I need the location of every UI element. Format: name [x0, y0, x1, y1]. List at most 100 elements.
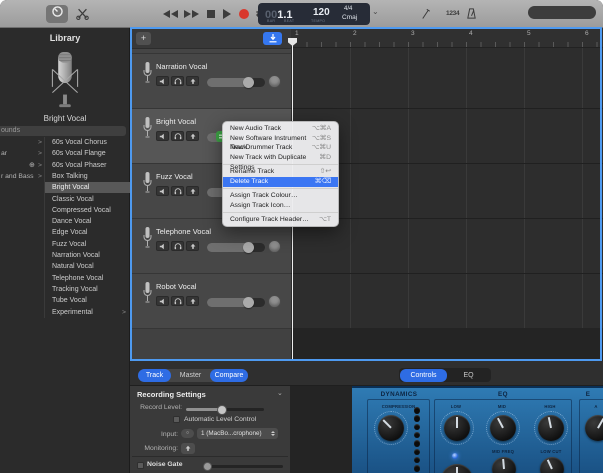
lcd-chevron-down-icon[interactable]: ⌄	[372, 7, 379, 16]
input-format-button[interactable]: ○	[181, 429, 194, 438]
catch-playhead-button[interactable]	[263, 32, 282, 45]
add-track-button[interactable]: +	[136, 32, 151, 45]
list-item[interactable]: Tube Vocal	[45, 295, 130, 306]
rewind-button[interactable]	[163, 10, 178, 18]
tab-compare[interactable]: Compare	[210, 369, 248, 382]
power-led[interactable]	[452, 453, 458, 459]
list-item[interactable]: 60s Vocal Phaser	[45, 160, 130, 171]
smart-controls-button[interactable]	[46, 5, 68, 23]
list-item[interactable]: Dance Vocal	[45, 216, 130, 227]
track-row[interactable]: Robot Vocal	[130, 273, 291, 328]
master-volume-slider[interactable]	[528, 6, 596, 19]
list-item[interactable]: Edge Vocal	[45, 227, 130, 238]
track-row[interactable]: Narration Vocal	[130, 53, 291, 108]
auto-level-checkbox[interactable]	[173, 416, 180, 423]
tab-track[interactable]: Track	[138, 369, 171, 382]
metronome-button[interactable]	[466, 7, 477, 25]
pan-knob[interactable]	[268, 75, 281, 88]
solo-button[interactable]	[171, 186, 184, 196]
menu-separator	[223, 188, 338, 189]
volume-thumb[interactable]	[243, 242, 254, 253]
input-monitoring-button[interactable]	[186, 186, 199, 196]
compression-knob[interactable]	[378, 415, 404, 441]
speaker-icon	[159, 78, 167, 85]
volume-thumb[interactable]	[243, 77, 254, 88]
mute-button[interactable]	[156, 186, 169, 196]
play-button[interactable]	[223, 9, 231, 19]
input-monitoring-button[interactable]	[186, 76, 199, 86]
tuner-button[interactable]	[420, 6, 431, 25]
library-search-input[interactable]: ounds	[0, 126, 126, 136]
record-button[interactable]	[239, 9, 249, 19]
list-item[interactable]: Telephone Vocal	[45, 273, 130, 284]
arrow-up-icon	[189, 298, 197, 305]
solo-button[interactable]	[171, 241, 184, 251]
auto-level-label: Automatic Level Control	[184, 416, 256, 423]
input-monitoring-button[interactable]	[186, 241, 199, 251]
library-category[interactable]: ar>	[0, 148, 44, 159]
pan-knob[interactable]	[268, 295, 281, 308]
bottom-tab-strip: Track Master Compare Controls EQ	[130, 361, 603, 386]
tab-eq[interactable]: EQ	[447, 369, 490, 382]
menu-item-new-drummer-track[interactable]: New Drummer Track⌥⌘U	[223, 143, 338, 153]
pan-knob[interactable]	[268, 240, 281, 253]
library-category[interactable]: ⊕>	[0, 160, 44, 171]
list-item[interactable]: 60s Vocal Chorus	[45, 137, 130, 148]
list-item[interactable]: Narration Vocal	[45, 250, 130, 261]
high-knob[interactable]	[538, 415, 564, 441]
mute-button[interactable]	[156, 76, 169, 86]
menu-item-new-audio-track[interactable]: New Audio Track⌥⌘A	[223, 124, 338, 134]
menu-item-new-track-duplicate-settings[interactable]: New Track with Duplicate Settings⌘D	[223, 153, 338, 163]
transport-controls: ⇄	[163, 6, 265, 22]
input-monitoring-button[interactable]	[186, 296, 199, 306]
collapse-chevron-icon[interactable]: ⌄	[277, 389, 283, 397]
menu-item-rename-track[interactable]: Rename Track⇧↩	[223, 167, 338, 177]
menu-item-delete-track[interactable]: Delete Track⌘⌫	[223, 177, 338, 187]
editors-button[interactable]	[76, 7, 89, 25]
menu-item-configure-track-header[interactable]: Configure Track Header…⌥T	[223, 215, 338, 225]
lcd-display[interactable]: 001.1 BAR BEAT 120 TEMPO 4/4 Cmaj	[258, 3, 370, 25]
list-item[interactable]: Fuzz Vocal	[45, 239, 130, 250]
bottom-gap	[290, 386, 352, 473]
mute-button[interactable]	[156, 296, 169, 306]
mid-knob[interactable]	[490, 415, 516, 441]
monitoring-label: Monitoring:	[134, 445, 178, 452]
list-item[interactable]: Experimental	[45, 307, 130, 318]
list-item[interactable]: Natural Vocal	[45, 261, 130, 272]
volume-thumb[interactable]	[243, 297, 254, 308]
stop-button[interactable]	[207, 10, 215, 18]
list-item[interactable]: Classic Vocal	[45, 194, 130, 205]
input-select[interactable]: 1 (MacBo...crophone)	[197, 428, 278, 439]
menu-item-assign-track-colour[interactable]: Assign Track Colour…	[223, 191, 338, 201]
clipped-section-title: E	[576, 391, 600, 398]
eq-section-title: EQ	[434, 391, 572, 398]
bar-number: 5	[527, 30, 531, 37]
noise-gate-thumb[interactable]	[203, 462, 212, 471]
track-mic-icon	[143, 281, 152, 310]
tab-controls[interactable]: Controls	[400, 369, 447, 382]
low-cut-knob-label: LOW CUT	[533, 449, 569, 454]
list-item[interactable]: Box Talking	[45, 171, 130, 182]
record-level-thumb[interactable]	[217, 405, 227, 415]
noise-gate-slider[interactable]	[205, 465, 283, 468]
library-category[interactable]: >	[0, 137, 44, 148]
solo-button[interactable]	[171, 131, 184, 141]
mute-button[interactable]	[156, 131, 169, 141]
count-in-button[interactable]: 1234	[446, 10, 459, 17]
library-category[interactable]: r and Bass>	[0, 171, 44, 182]
list-item[interactable]: 60s Vocal Flange	[45, 148, 130, 159]
list-item[interactable]: Compressed Vocal	[45, 205, 130, 216]
solo-button[interactable]	[171, 296, 184, 306]
mute-button[interactable]	[156, 241, 169, 251]
menu-item-new-software-instrument-track[interactable]: New Software Instrument Track⌥⌘S	[223, 134, 338, 144]
low-knob[interactable]	[444, 415, 470, 441]
solo-button[interactable]	[171, 76, 184, 86]
menu-item-assign-track-icon[interactable]: Assign Track Icon…	[223, 201, 338, 211]
forward-button[interactable]	[184, 10, 199, 18]
noise-gate-checkbox[interactable]	[137, 462, 144, 469]
list-item[interactable]: Tracking Vocal	[45, 284, 130, 295]
list-item-selected[interactable]: Bright Vocal	[45, 182, 130, 193]
input-monitoring-button[interactable]	[186, 131, 199, 141]
monitoring-button[interactable]	[181, 443, 195, 454]
tab-master[interactable]: Master	[171, 369, 210, 382]
